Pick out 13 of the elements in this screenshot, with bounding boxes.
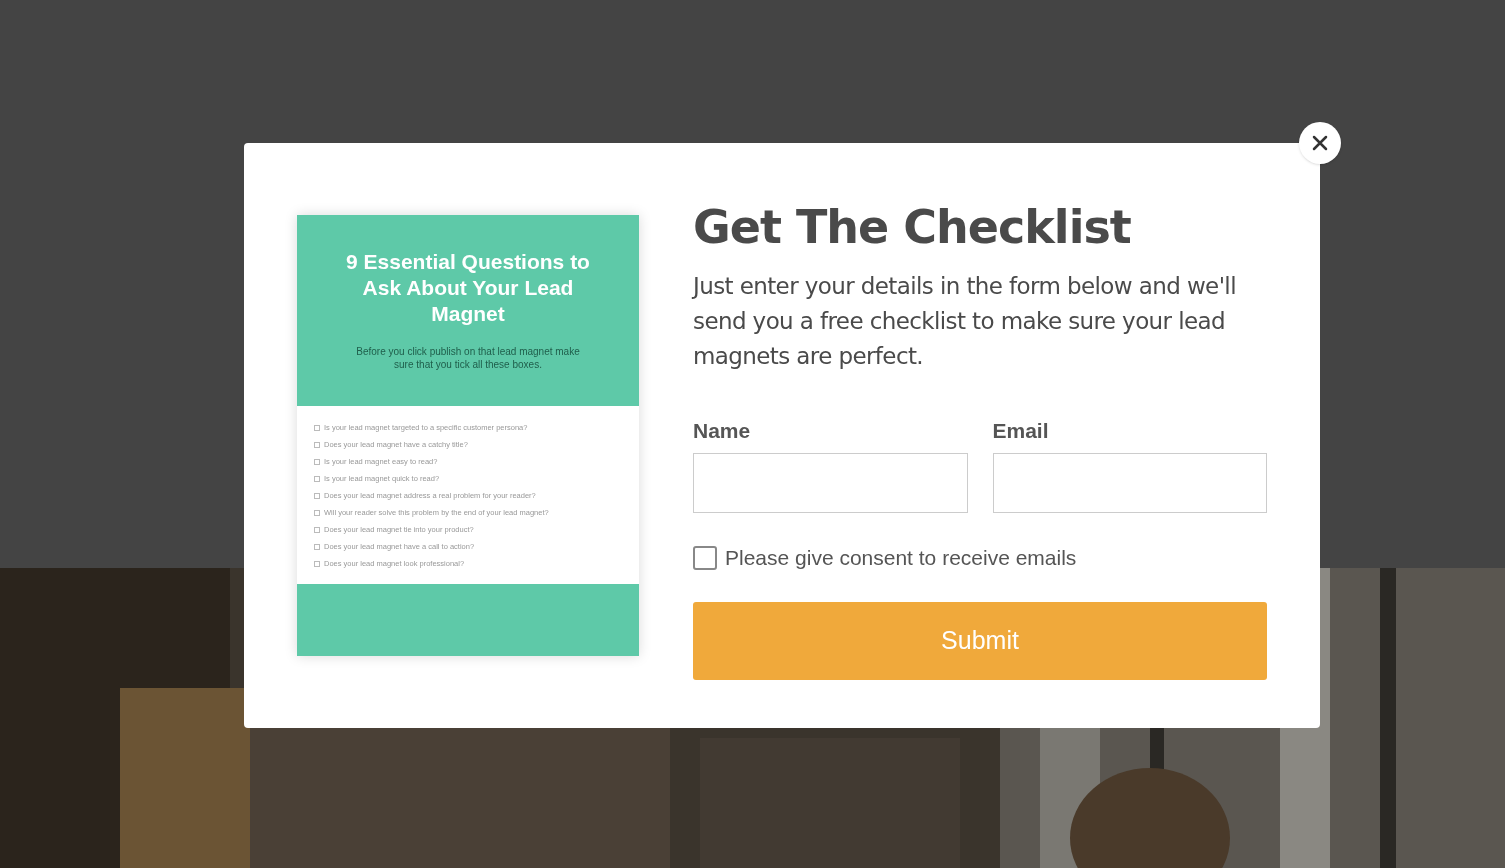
close-button[interactable] — [1299, 122, 1341, 164]
consent-label: Please give consent to receive emails — [725, 545, 1077, 571]
close-icon — [1312, 135, 1328, 151]
modal-title: Get The Checklist — [693, 201, 1132, 253]
cover-title: 9 Essential Questions to Ask About Your Lead Magnet — [345, 249, 591, 327]
description: Just enter your details in the form below and we'll send you a free checklist to make sure your lead magnets are perfect. — [693, 272, 1237, 371]
field-label: Name — [693, 418, 752, 444]
consent-checkbox[interactable] — [693, 545, 717, 570]
input-field[interactable] — [693, 453, 968, 513]
field-label: Email — [992, 418, 1050, 444]
submit-button[interactable]: Submit — [693, 601, 1267, 680]
cover-subtitle: Before you click publish on that lead magnet make sure that you tick all these boxes. — [355, 345, 581, 371]
input-field[interactable] — [992, 453, 1267, 513]
